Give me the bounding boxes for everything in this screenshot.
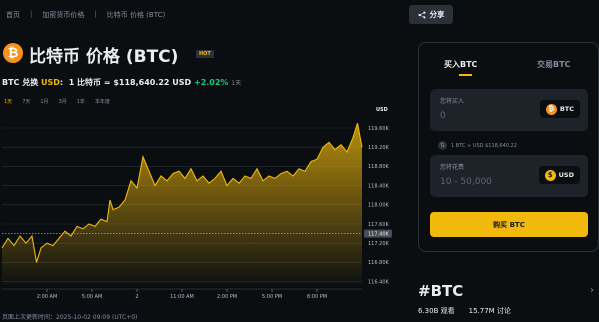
y-tick-label: 116.80K — [368, 260, 389, 266]
price-change: +2.02% — [193, 78, 229, 87]
y-tick-label: 118.80K — [368, 164, 389, 170]
btc-currency-selector[interactable]: ₿ BTC — [539, 100, 580, 118]
share-button[interactable]: 分享 — [409, 5, 453, 24]
buy-panel: 买入BTC 交易BTC 您将买入 0 ₿ BTC ⇅ 1 BTC ≈ USD $… — [418, 42, 599, 252]
price-chart[interactable]: 119.60K 119.20K 118.80K 118.40K 118.00K 117.6… — [0, 104, 395, 304]
x-tick-label: 2:00 PM — [217, 294, 237, 300]
btc-coin-icon: ₿ — [545, 103, 557, 115]
active-tab-indicator — [459, 74, 472, 76]
hot-badge: HOT — [196, 50, 214, 58]
discussion-count: 15.77M 讨论 — [468, 307, 511, 315]
y-tick-label: 117.20K — [368, 241, 389, 247]
exchange-rate-note: ⇅ 1 BTC ≈ USD $118,640.22 — [438, 141, 517, 150]
chevron-right-icon[interactable]: › — [590, 285, 594, 296]
x-tick-label: 2:00 AM — [37, 294, 58, 300]
tab-buy-btc[interactable]: 买入BTC — [444, 59, 477, 70]
conversion-colon: : — [59, 78, 64, 87]
breadcrumb-separator: | — [94, 10, 97, 18]
currency-label: USD — [376, 107, 388, 113]
breadcrumb-home[interactable]: 首页 — [6, 10, 20, 20]
breadcrumb-crypto-prices[interactable]: 加密货币价格 — [42, 10, 84, 20]
breadcrumb-separator: | — [30, 10, 33, 18]
conversion-pair: BTC 兑换 — [2, 78, 39, 87]
buy-amount-label: 您将买入 — [440, 98, 465, 105]
buy-amount-input[interactable]: 0 — [440, 111, 446, 121]
conversion-currency-link[interactable]: USD — [41, 78, 60, 87]
breadcrumb: 首页 | 加密货币价格 | 比特币 价格 (BTC) — [6, 10, 165, 20]
y-tick-label: 119.20K — [368, 145, 389, 151]
usd-coin-icon: $ — [544, 169, 556, 181]
conversion-line: BTC 兑换 USD: 1 比特币 = $118,640.22 USD +2.0… — [2, 77, 241, 88]
btc-hashtag[interactable]: #BTC — [418, 282, 463, 300]
x-tick-label: 2 — [135, 294, 138, 300]
conversion-rate: 1 比特币 = $118,640.22 USD — [68, 78, 192, 87]
usd-currency-label: USD — [558, 171, 574, 179]
spend-amount-label: 您将花费 — [440, 164, 465, 171]
x-tick-label: 8:00 PM — [307, 294, 327, 300]
y-tick-label: 118.00K — [368, 203, 389, 209]
y-tick-label: 118.40K — [368, 183, 389, 189]
x-tick-label: 5:00 AM — [82, 294, 103, 300]
page-title: 比特币 价格 (BTC) — [29, 47, 179, 67]
swap-icon[interactable]: ⇅ — [438, 141, 447, 150]
view-count: 6.30B 观看 — [418, 307, 455, 315]
hashtag-stats: 6.30B 观看 15.77M 讨论 — [418, 306, 511, 316]
y-tick-label: 119.60K — [368, 126, 389, 132]
spend-amount-input[interactable]: 10 - 50,000 — [440, 177, 492, 187]
bitcoin-logo-icon: ₿ — [3, 43, 23, 63]
share-icon — [417, 10, 426, 19]
y-tick-label: 117.60K — [368, 222, 389, 228]
breadcrumb-current: 比特币 价格 (BTC) — [106, 11, 166, 19]
x-tick-label: 5:00 PM — [262, 294, 282, 300]
current-price-label: 117.40K — [368, 231, 389, 237]
buy-amount-field[interactable]: 您将买入 0 ₿ BTC — [430, 89, 588, 131]
usd-currency-selector[interactable]: $ USD — [538, 166, 580, 184]
spend-amount-field[interactable]: 您将花费 10 - 50,000 $ USD — [430, 155, 588, 197]
x-tick-label: 11:00 AM — [170, 294, 194, 300]
exchange-rate-text: 1 BTC ≈ USD $118,640.22 — [451, 142, 517, 149]
buy-btc-button[interactable]: 购买 BTC — [430, 212, 588, 237]
tab-trade-btc[interactable]: 交易BTC — [537, 59, 570, 70]
last-update-text: 页面上次更新时间：2025-10-02 09:09 (UTC+0) — [2, 314, 138, 321]
change-period: 1天 — [231, 80, 242, 87]
share-label: 分享 — [429, 10, 445, 19]
y-tick-label: 116.40K — [368, 279, 389, 285]
btc-currency-label: BTC — [559, 105, 574, 113]
